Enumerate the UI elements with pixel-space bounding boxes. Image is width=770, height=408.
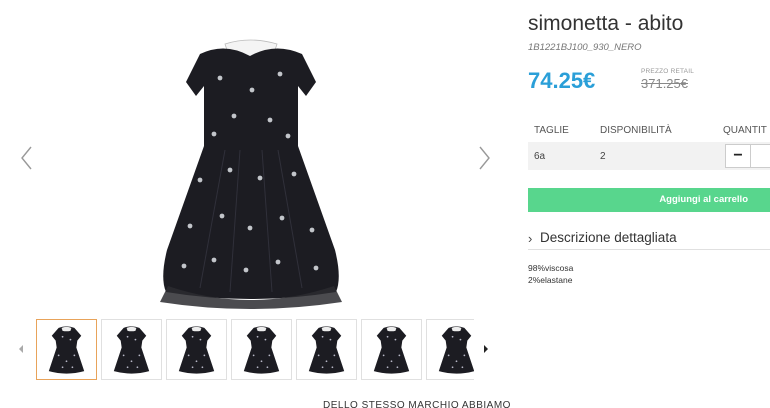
description-toggle[interactable]: › Descrizione dettagliata	[528, 228, 770, 250]
thumbnail[interactable]	[426, 319, 474, 380]
thumbs-next-button[interactable]	[481, 342, 491, 356]
product-info: simonetta - abito 1B1221BJ100_930_NERO 7…	[528, 0, 770, 408]
gallery-prev-button[interactable]	[15, 143, 39, 173]
header-size: TAGLIE	[534, 125, 569, 136]
thumbnail-strip	[14, 318, 498, 382]
add-to-cart-button[interactable]: Aggiungi al carrello	[528, 188, 770, 212]
thumbs-prev-button[interactable]	[16, 342, 26, 356]
quantity-input[interactable]	[750, 144, 770, 168]
product-main-image	[160, 39, 342, 309]
caret-left-icon	[19, 345, 23, 353]
thumbnail-image	[373, 326, 410, 374]
thumbnail[interactable]	[166, 319, 227, 380]
quantity-decrease-button[interactable]: −	[725, 144, 751, 168]
retail-price: 371.25€	[641, 76, 688, 91]
description-title: Descrizione dettagliata	[540, 230, 677, 245]
thumbnail-image	[308, 326, 345, 374]
product-sku: 1B1221BJ100_930_NERO	[528, 42, 642, 53]
chevron-left-icon	[21, 146, 32, 170]
composition-item: 98%viscosa	[528, 263, 574, 273]
retail-price-label: PREZZO RETAIL	[641, 68, 695, 75]
gallery-next-button[interactable]	[472, 143, 496, 173]
product-gallery	[0, 0, 510, 408]
table-row: 6a 2 −	[528, 142, 770, 170]
chevron-right-icon	[479, 146, 490, 170]
thumbnail-viewport	[36, 318, 474, 382]
product-title: simonetta - abito	[528, 12, 684, 35]
thumbnail[interactable]	[296, 319, 357, 380]
header-availability: DISPONIBILITÀ	[600, 125, 672, 136]
header-quantity: QUANTIT	[723, 125, 767, 136]
composition-list: 98%viscosa 2%elastane	[528, 262, 573, 286]
thumbnail[interactable]	[361, 319, 422, 380]
thumbnail[interactable]	[101, 319, 162, 380]
thumbnail-image	[48, 326, 85, 374]
thumbnail-image	[178, 326, 215, 374]
row-availability: 2	[600, 151, 606, 162]
product-price: 74.25€	[528, 68, 596, 93]
composition-item: 2%elastane	[528, 275, 573, 285]
caret-right-icon	[484, 345, 488, 353]
related-products-heading: DELLO STESSO MARCHIO ABBIAMO	[323, 400, 511, 408]
sizes-table-header: TAGLIE DISPONIBILITÀ QUANTIT	[528, 114, 770, 144]
thumbnail-image	[113, 326, 150, 374]
chevron-right-icon: ›	[528, 231, 533, 246]
thumbnail-image	[243, 326, 280, 374]
sizes-table: TAGLIE DISPONIBILITÀ QUANTIT 6a 2 −	[528, 114, 770, 171]
thumbnail[interactable]	[36, 319, 97, 380]
thumbnail[interactable]	[231, 319, 292, 380]
thumbnail-image	[438, 326, 474, 374]
row-size: 6a	[534, 151, 546, 162]
